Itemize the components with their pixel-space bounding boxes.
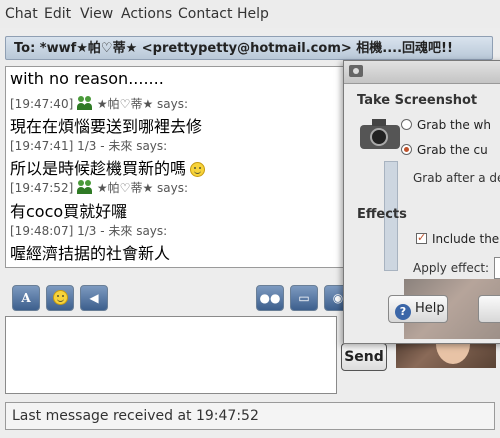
section-take-screenshot: Take Screenshot: [357, 93, 478, 108]
conversation-view[interactable]: with no reason....... [19:47:40] ★帕♡蒂★ s…: [5, 66, 351, 268]
says-label: says:: [157, 181, 189, 195]
message-text: 所以是時候趁機買新的嗎: [10, 155, 206, 179]
section-effects: Effects: [357, 207, 407, 222]
include-checkbox[interactable]: [416, 231, 427, 244]
option-grab-current[interactable]: Grab the cu: [401, 143, 488, 157]
apply-effect-label: Apply effect:: [413, 261, 490, 275]
recipient-bar: To: *wwf★帕♡蒂★ <prettypetty@hotmail.com> …: [5, 36, 493, 60]
nudge-button[interactable]: ◀: [80, 285, 108, 311]
menu-help[interactable]: Help: [237, 6, 269, 22]
menu-edit[interactable]: Edit: [44, 6, 71, 22]
include-label: Include the: [432, 232, 500, 246]
sender-name: 1/3 - 未來: [77, 139, 133, 153]
says-label: says:: [136, 139, 168, 153]
buddy-icon: [77, 180, 93, 194]
message-time: [19:47:40]: [10, 97, 74, 111]
option-current-label: Grab the cu: [417, 143, 488, 157]
radio-current[interactable]: [401, 144, 412, 155]
buddy-icon: [77, 96, 93, 110]
webcam-icon: ◉: [332, 291, 344, 305]
menu-actions[interactable]: Actions: [121, 6, 172, 22]
menu-bar: Chat Edit View Actions Contact Help: [0, 0, 500, 28]
status-bar: Last message received at 19:47:52: [5, 402, 495, 430]
dialog-titlebar[interactable]: [344, 61, 500, 84]
grab-after-label: Grab after a de: [413, 171, 500, 185]
help-label: Help: [415, 301, 445, 316]
message-header: [19:48:07] 1/3 - 未來 says:: [10, 222, 167, 239]
emoticon-button[interactable]: [46, 285, 74, 311]
smiley-emoticon-icon: [190, 162, 206, 177]
menu-contact[interactable]: Contact: [178, 6, 232, 22]
message-body: 所以是時候趁機買新的嗎: [10, 159, 187, 178]
message-header: [19:47:40] ★帕♡蒂★ says:: [10, 95, 188, 112]
camera-app-icon: [349, 65, 363, 77]
menu-view[interactable]: View: [80, 6, 113, 22]
message-header: [19:47:41] 1/3 - 未來 says:: [10, 137, 167, 154]
option-grab-whole[interactable]: Grab the wh: [401, 118, 491, 132]
option-whole-label: Grab the wh: [417, 118, 491, 132]
message-text: 現在在煩惱要送到哪裡去修: [10, 117, 203, 136]
smiley-icon: [52, 290, 68, 305]
help-icon: ?: [395, 304, 411, 320]
effect-select[interactable]: [494, 257, 500, 279]
sender-name: ★帕♡蒂★: [96, 97, 154, 111]
message-header: [19:47:52] ★帕♡蒂★ says:: [10, 179, 188, 196]
says-label: says:: [136, 224, 168, 238]
file-icon: ▭: [298, 291, 310, 305]
font-button[interactable]: A: [12, 285, 40, 311]
radio-whole[interactable]: [401, 119, 412, 130]
send-button[interactable]: Send: [341, 343, 387, 371]
megaphone-icon: ◀: [89, 291, 99, 305]
font-button-label: A: [21, 291, 31, 305]
dialog-secondary-button[interactable]: [478, 295, 500, 323]
message-time: [19:47:52]: [10, 181, 74, 195]
camera-icon: [360, 117, 400, 151]
message-text: 有coco買就好囉: [10, 202, 128, 221]
include-checkbox-row[interactable]: Include the: [416, 231, 500, 246]
message-time: [19:48:07]: [10, 224, 74, 238]
take-screenshot-dialog: Take Screenshot Grab the wh Grab the cu …: [343, 60, 500, 344]
send-file-button[interactable]: ▭: [290, 285, 318, 311]
message-text: with no reason.......: [10, 69, 164, 88]
contacts-icon: ●●: [259, 291, 281, 305]
says-label: says:: [157, 97, 189, 111]
invite-button[interactable]: ●●: [256, 285, 284, 311]
message-input[interactable]: [5, 316, 337, 394]
menu-chat[interactable]: Chat: [5, 6, 38, 22]
sender-name: ★帕♡蒂★: [96, 181, 154, 195]
help-button[interactable]: ? Help: [388, 295, 448, 323]
message-text: 喔經濟拮据的社會新人: [10, 244, 171, 263]
sender-name: 1/3 - 未來: [77, 224, 133, 238]
message-time: [19:47:41]: [10, 139, 74, 153]
